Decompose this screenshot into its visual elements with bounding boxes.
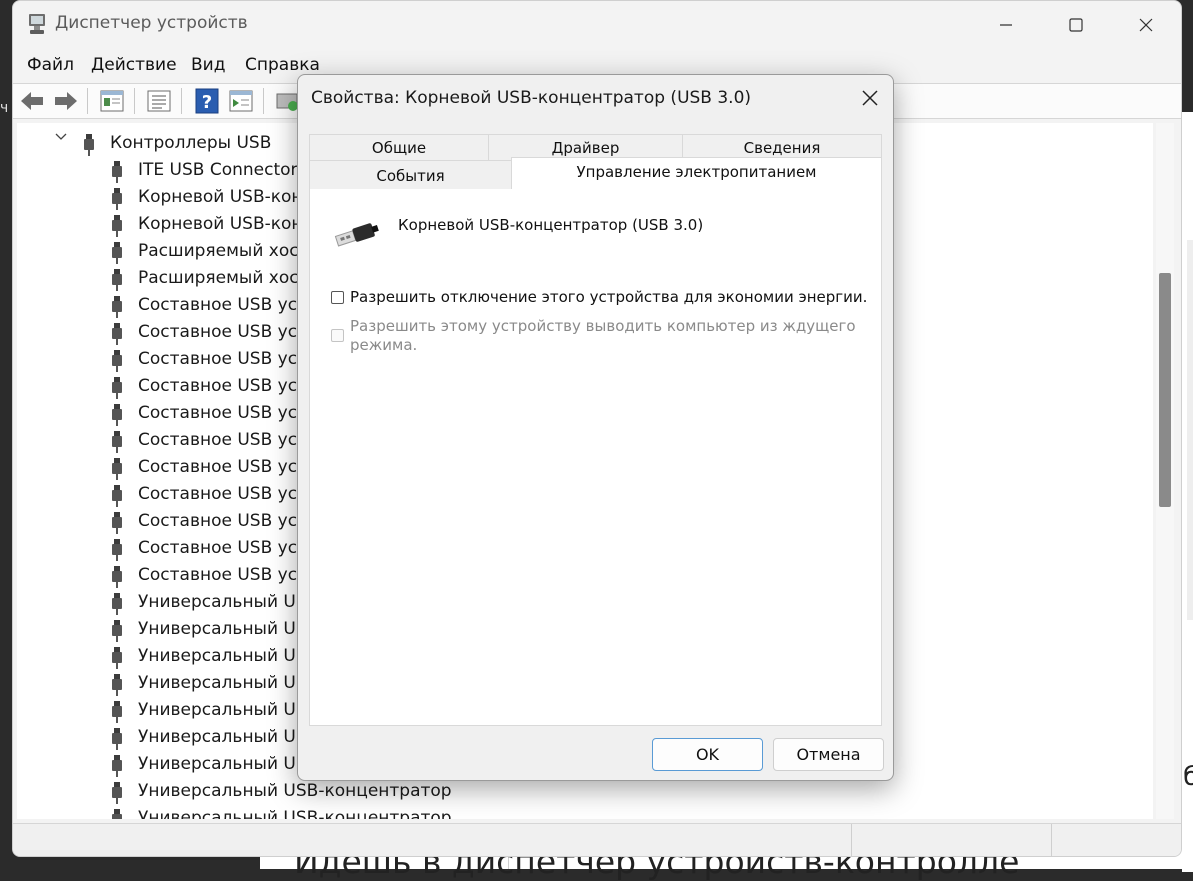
usb-plug-icon — [112, 728, 122, 750]
usb-plug-icon — [112, 188, 122, 210]
device-manager-icon — [29, 14, 45, 34]
usb-plug-icon — [112, 431, 122, 453]
tree-item-label: Универсальный USB — [138, 727, 319, 747]
scrollbar-thumb[interactable] — [1159, 273, 1171, 507]
status-divider — [851, 824, 852, 856]
usb-plug-icon — [112, 701, 122, 723]
tree-item-label: Универсальный USB — [138, 619, 319, 639]
usb-plug-icon — [84, 134, 94, 156]
usb-plug-icon — [112, 377, 122, 399]
usb-plug-icon — [112, 782, 122, 804]
tree-item-label: Универсальный USB — [138, 700, 319, 720]
ok-button[interactable]: OK — [652, 738, 763, 771]
menu-view[interactable]: Вид — [191, 55, 225, 75]
cancel-button[interactable]: Отмена — [773, 738, 884, 771]
svg-text:?: ? — [202, 92, 212, 113]
toolbar-separator — [263, 88, 264, 114]
tree-item-label: Универсальный USB-концентратор — [138, 808, 452, 819]
dialog-title: Свойства: Корневой USB-концентратор (USB… — [311, 88, 752, 108]
tree-item-label: Универсальный USB — [138, 754, 319, 774]
usb-plug-icon — [112, 755, 122, 777]
usb-plug-icon — [112, 647, 122, 669]
usb-plug-icon — [112, 161, 122, 183]
status-bar — [13, 823, 1181, 856]
usb-plug-icon — [112, 539, 122, 561]
vertical-scrollbar[interactable] — [1156, 123, 1174, 819]
tree-item-label: Составное USB устр — [138, 403, 318, 423]
allow-wake-label-line2: режима. — [350, 336, 418, 354]
power-management-panel: Корневой USB-концентратор (USB 3.0) Разр… — [309, 189, 882, 726]
usb-plug-icon — [112, 674, 122, 696]
maximize-icon[interactable] — [1053, 9, 1099, 41]
usb-plug-icon — [112, 809, 122, 819]
tab-general[interactable]: Общие — [309, 134, 489, 161]
tree-item-label: Составное USB устр — [138, 349, 318, 369]
close-icon[interactable] — [1123, 9, 1169, 41]
tree-category-label: Контроллеры USB — [110, 133, 272, 153]
allow-power-off-checkbox[interactable] — [331, 291, 344, 304]
tree-item-label: Корневой USB-конц — [138, 187, 315, 207]
usb-plug-icon — [112, 296, 122, 318]
minimize-icon[interactable] — [983, 9, 1029, 41]
title-bar[interactable]: Диспетчер устройств — [13, 1, 1181, 49]
background-text-fragment: б — [1183, 762, 1193, 792]
menu-file[interactable]: Файл — [27, 55, 74, 75]
usb-plug-icon — [112, 593, 122, 615]
console-icon[interactable] — [227, 88, 255, 114]
tree-item-label: ITE USB Connector C — [138, 160, 315, 180]
toolbar-separator — [134, 88, 135, 114]
allow-power-off-label[interactable]: Разрешить отключение этого устройства дл… — [350, 288, 867, 307]
background-left-fragment: ч — [0, 100, 9, 116]
tab-events[interactable]: События — [309, 160, 512, 190]
usb-plug-icon — [112, 269, 122, 291]
tree-item-label: Составное USB устр — [138, 295, 318, 315]
tree-item-label: Универсальный USB — [138, 592, 319, 612]
tree-item-label: Составное USB устр — [138, 511, 318, 531]
toolbar-separator — [87, 88, 88, 114]
list-view-icon[interactable] — [145, 88, 173, 114]
usb-plug-icon — [112, 512, 122, 534]
tree-item-label: Расширяемый хост- — [138, 268, 315, 288]
usb-plug-icon — [112, 350, 122, 372]
tree-item-label: Составное USB устр — [138, 430, 318, 450]
status-divider — [1051, 824, 1052, 856]
tree-item-label: Составное USB устр — [138, 376, 318, 396]
back-arrow-icon[interactable] — [18, 88, 46, 114]
usb-plug-icon — [112, 458, 122, 480]
background-page-panel — [1187, 240, 1193, 620]
window-title: Диспетчер устройств — [55, 13, 248, 33]
tab-power-management[interactable]: Управление электропитанием — [511, 157, 882, 190]
usb-plug-icon — [112, 215, 122, 237]
toolbar-separator — [181, 88, 182, 114]
usb-plug-icon — [112, 566, 122, 588]
close-icon[interactable] — [854, 85, 886, 113]
device-name: Корневой USB-концентратор (USB 3.0) — [398, 216, 704, 234]
tree-item-label: Составное USB устр — [138, 457, 318, 477]
usb-plug-icon — [112, 620, 122, 642]
tree-item-label: Универсальный USB — [138, 673, 319, 693]
chevron-down-icon[interactable] — [55, 133, 67, 141]
forward-arrow-icon[interactable] — [52, 88, 80, 114]
usb-plug-icon — [112, 485, 122, 507]
tab-strip: Общие Драйвер Сведения События Управлени… — [309, 134, 882, 190]
tree-item-label: Расширяемый хост- — [138, 241, 315, 261]
usb-connector-icon — [334, 223, 379, 247]
properties-dialog: Свойства: Корневой USB-концентратор (USB… — [297, 74, 894, 781]
tree-item-label: Универсальный USB — [138, 646, 319, 666]
help-icon[interactable]: ? — [193, 88, 221, 114]
allow-wake-checkbox — [331, 329, 344, 342]
tree-item-label: Составное USB устр — [138, 484, 318, 504]
tree-item-label: Составное USB устр — [138, 538, 318, 558]
tree-item-label: Корневой USB-конц — [138, 214, 315, 234]
tree-item-label: Составное USB устр — [138, 565, 318, 585]
properties-view-icon[interactable] — [98, 88, 126, 114]
usb-plug-icon — [112, 404, 122, 426]
usb-plug-icon — [112, 323, 122, 345]
allow-wake-label-line1: Разрешить этому устройству выводить комп… — [350, 317, 856, 335]
menu-action[interactable]: Действие — [91, 55, 177, 75]
tree-item-label: Универсальный USB-концентратор — [138, 781, 452, 801]
usb-plug-icon — [112, 242, 122, 264]
tree-item-label: Составное USB устр — [138, 322, 318, 342]
menu-help[interactable]: Справка — [245, 55, 320, 75]
